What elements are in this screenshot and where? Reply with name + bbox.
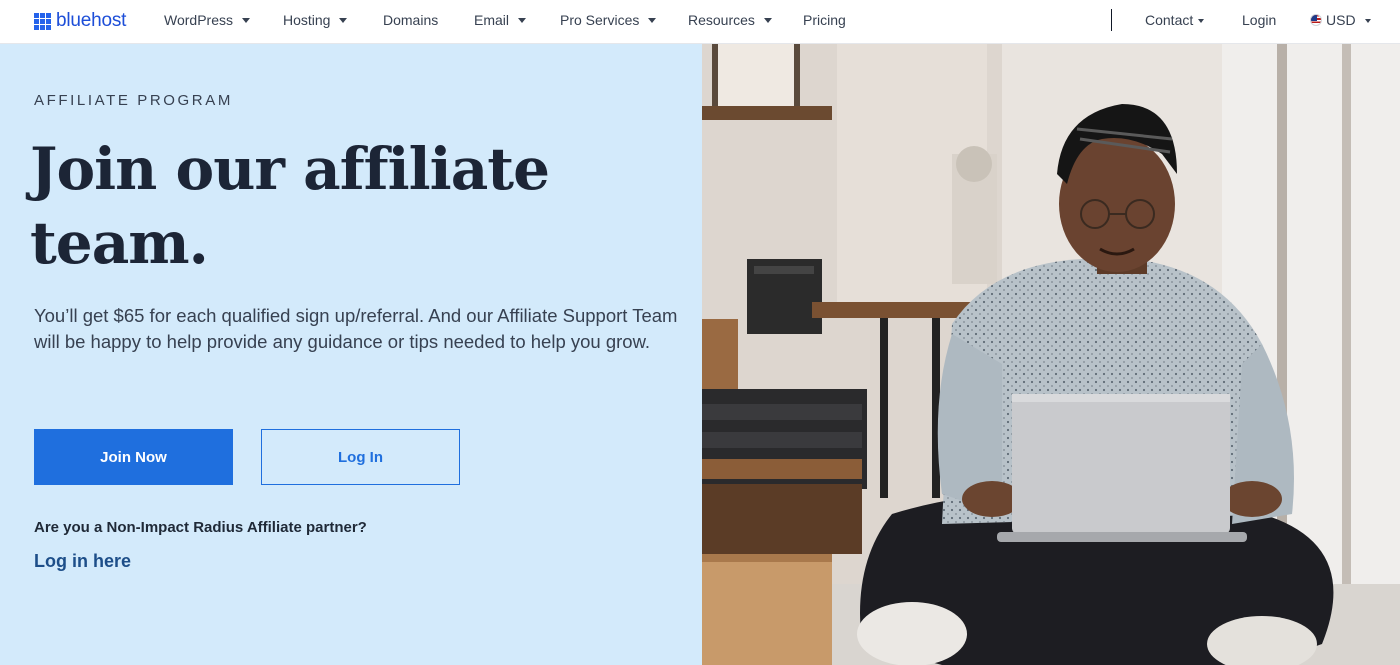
- nav-pro-services[interactable]: Pro Services: [560, 12, 657, 28]
- hero-photo: [702, 44, 1400, 665]
- nav-pricing[interactable]: Pricing: [803, 12, 846, 28]
- chevron-down-icon: [518, 18, 527, 23]
- logo-text: bluehost: [56, 10, 127, 31]
- bluehost-logo-icon: [34, 12, 51, 30]
- chevron-down-icon: [339, 18, 348, 23]
- chevron-down-icon: [648, 18, 657, 23]
- partner-question: Are you a Non-Impact Radius Affiliate pa…: [34, 519, 367, 536]
- nav-pricing-label: Pricing: [803, 12, 846, 28]
- nav-divider: [1111, 9, 1112, 31]
- bluehost-logo[interactable]: bluehost: [34, 10, 126, 32]
- nav-email-label: Email: [474, 12, 510, 28]
- currency-selector[interactable]: USD: [1310, 12, 1371, 28]
- nav-hosting[interactable]: Hosting: [283, 12, 348, 28]
- nav-contact[interactable]: Contact: [1145, 12, 1205, 28]
- us-flag-icon: [1310, 14, 1322, 26]
- nav-wordpress-label: WordPress: [164, 12, 233, 28]
- nav-resources-label: Resources: [688, 12, 755, 28]
- nav-email[interactable]: Email: [474, 12, 527, 28]
- nav-login[interactable]: Login: [1242, 12, 1276, 28]
- nav-login-label: Login: [1242, 12, 1277, 28]
- chevron-down-icon: [241, 18, 250, 23]
- join-now-button[interactable]: Join Now: [34, 429, 233, 485]
- chevron-down-icon: [763, 18, 772, 23]
- hero-content: AFFILIATE PROGRAM Join our affiliate tea…: [0, 44, 702, 665]
- section-eyebrow: AFFILIATE PROGRAM: [34, 92, 233, 109]
- hero-description: You’ll get $65 for each qualified sign u…: [34, 305, 678, 352]
- hero-photo-illustration: [702, 44, 1400, 665]
- nav-contact-label: Contact: [1145, 12, 1194, 28]
- nav-pro-services-label: Pro Services: [560, 12, 640, 28]
- nav-hosting-label: Hosting: [283, 12, 331, 28]
- partner-login-link[interactable]: Log in here: [34, 551, 131, 572]
- page-title: Join our affiliate team.: [30, 135, 550, 277]
- nav-domains-label: Domains: [383, 12, 439, 28]
- nav-wordpress[interactable]: WordPress: [164, 12, 250, 28]
- chevron-down-icon: [1198, 18, 1205, 23]
- log-in-button[interactable]: Log In: [261, 429, 460, 485]
- nav-resources[interactable]: Resources: [688, 12, 772, 28]
- nav-domains[interactable]: Domains: [383, 12, 438, 28]
- chevron-down-icon: [1364, 18, 1371, 23]
- top-navigation: bluehost WordPress Hosting Domains Email…: [0, 0, 1400, 44]
- currency-label: USD: [1326, 12, 1356, 28]
